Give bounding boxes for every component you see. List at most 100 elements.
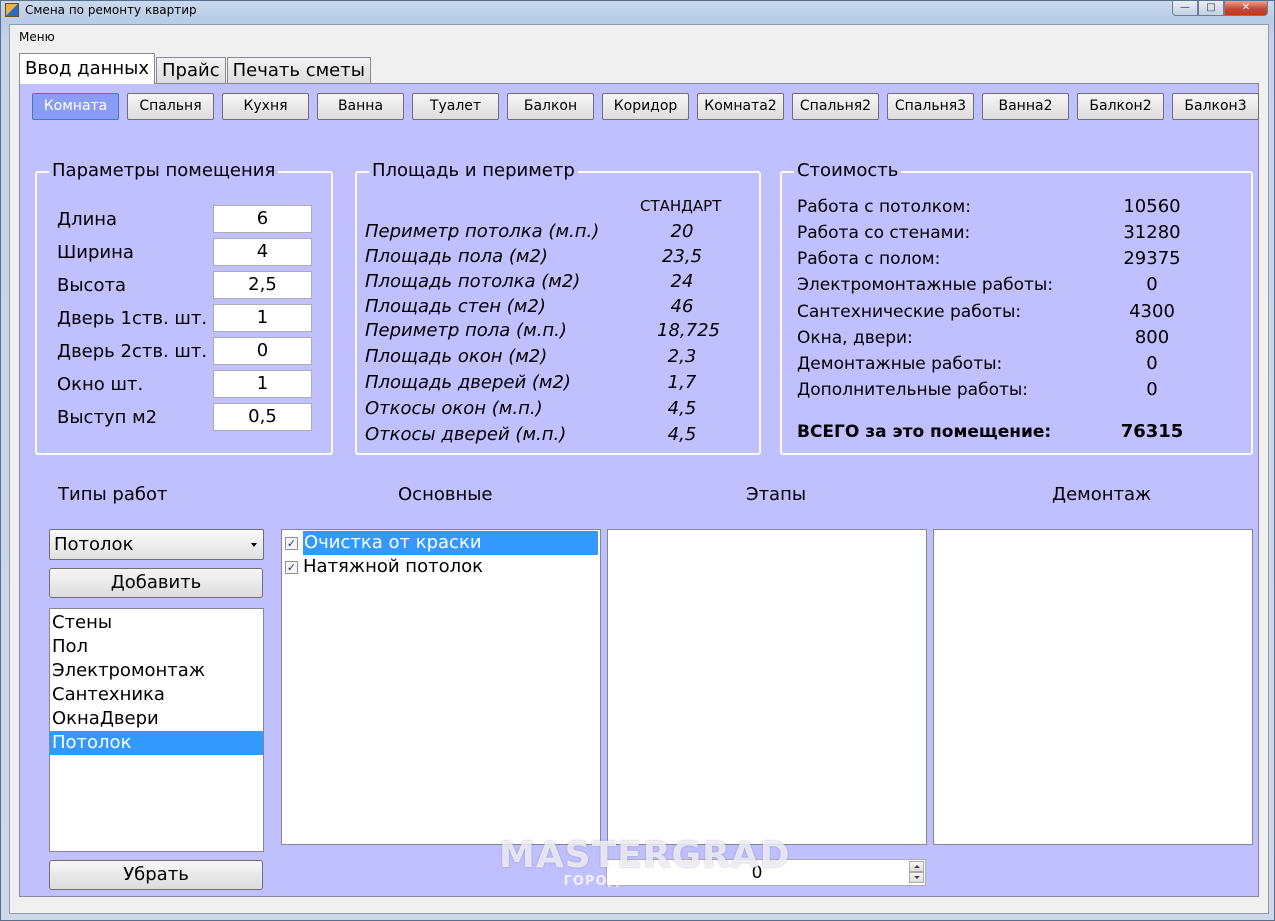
app-icon: [5, 3, 19, 17]
area-value: 46: [670, 296, 694, 317]
cost-label: Дополнительные работы:: [797, 380, 1029, 400]
area-perimeter-title: Площадь и периметр: [369, 160, 578, 181]
stages-header: Этапы: [746, 484, 807, 505]
cost-label: Сантехнические работы:: [797, 302, 1022, 322]
area-label: Площадь стен (м2): [365, 296, 546, 317]
tab-print-estimate[interactable]: Печать сметы: [226, 57, 371, 84]
stepper-down-icon[interactable]: [909, 872, 924, 883]
work-type-list[interactable]: Стены Пол Электромонтаж Сантехника ОкнаД…: [49, 608, 264, 852]
room-button-balkon[interactable]: Балкон: [507, 93, 594, 120]
width-input[interactable]: 4: [213, 238, 312, 266]
close-button[interactable]: ✕: [1224, 1, 1268, 16]
area-value: 1,7: [667, 372, 697, 393]
work-type-combo-value: Потолок: [54, 534, 134, 555]
stepper-buttons: [909, 861, 924, 884]
remove-button[interactable]: Убрать: [49, 860, 263, 890]
client-area: Меню Ввод данных Прайс Печать сметы Комн…: [9, 24, 1269, 914]
work-type-combo[interactable]: Потолок: [49, 529, 264, 560]
list-item[interactable]: Электромонтаж: [50, 659, 263, 683]
room-button-vanna2[interactable]: Ванна2: [982, 93, 1069, 120]
checkbox-checked-icon[interactable]: ✓: [285, 561, 298, 574]
list-item[interactable]: Сантехника: [50, 683, 263, 707]
total-value: 76315: [1120, 421, 1184, 442]
ledge-input[interactable]: 0,5: [213, 403, 312, 431]
list-item[interactable]: ОкнаДвери: [50, 707, 263, 731]
cost-value: 4300: [1129, 301, 1175, 322]
room-params-title: Параметры помещения: [49, 160, 279, 181]
cost-value: 29375: [1123, 248, 1181, 269]
list-item-selected[interactable]: Потолок: [50, 731, 263, 755]
standard-header: СТАНДАРТ: [640, 197, 722, 215]
demolition-header: Демонтаж: [1052, 484, 1152, 505]
room-button-balkon2[interactable]: Балкон2: [1077, 93, 1164, 120]
cost-label: Работа с полом:: [797, 249, 941, 269]
room-button-vanna[interactable]: Ванна: [317, 93, 404, 120]
area-value: 24: [670, 271, 694, 292]
data-input-panel: Комната Спальня Кухня Ванна Туалет Балко…: [19, 83, 1259, 897]
room-button-komnata[interactable]: Комната: [32, 93, 119, 120]
cost-label: Электромонтажные работы:: [797, 275, 1054, 295]
cost-value: 0: [1146, 274, 1158, 295]
area-label: Площадь окон (м2): [365, 346, 548, 367]
length-input[interactable]: 6: [213, 205, 312, 233]
list-item[interactable]: Стены: [50, 611, 263, 635]
param-label: Дверь 1ств. шт.: [57, 308, 208, 329]
main-work-label: Натяжной потолок: [303, 556, 483, 577]
area-label: Площадь дверей (м2): [365, 372, 571, 393]
chevron-down-icon[interactable]: [251, 543, 257, 547]
menu-item-menu[interactable]: Меню: [19, 30, 55, 44]
main-work-item[interactable]: ✓ Натяжной потолок: [282, 555, 600, 579]
demolition-list[interactable]: [933, 529, 1253, 845]
area-label: Откосы окон (м.п.): [365, 398, 543, 419]
param-label: Выступ м2: [57, 407, 158, 428]
area-value: 18,725: [657, 320, 720, 341]
list-item[interactable]: Пол: [50, 635, 263, 659]
app-window: Смена по ремонту квартир — □ ✕ Меню Ввод…: [0, 0, 1275, 921]
add-button[interactable]: Добавить: [49, 568, 263, 598]
stages-list[interactable]: [607, 529, 927, 845]
cost-value: 0: [1146, 353, 1158, 374]
tab-price[interactable]: Прайс: [156, 57, 226, 84]
room-button-balkon3[interactable]: Балкон3: [1172, 93, 1259, 120]
tab-data-input[interactable]: Ввод данных: [19, 53, 156, 84]
cost-label: Работа с потолком:: [797, 197, 971, 217]
room-button-spalnya3[interactable]: Спальня3: [887, 93, 974, 120]
area-value: 23,5: [661, 246, 703, 267]
maximize-button[interactable]: □: [1198, 1, 1224, 16]
area-perimeter-group: Площадь и периметр СТАНДАРТ Периметр пот…: [355, 160, 761, 455]
room-button-tualet[interactable]: Туалет: [412, 93, 499, 120]
total-label: ВСЕГО за это помещение:: [797, 422, 1052, 442]
area-label: Периметр потолка (м.п.): [365, 221, 600, 242]
minimize-button[interactable]: —: [1172, 1, 1198, 16]
area-label: Откосы дверей (м.п.): [365, 424, 567, 445]
main-works-header: Основные: [398, 484, 493, 505]
area-value: 2,3: [667, 346, 697, 367]
stepper-up-icon[interactable]: [909, 861, 924, 872]
main-works-list[interactable]: ✓ Очистка от краски ✓ Натяжной потолок: [281, 529, 601, 845]
room-button-koridor[interactable]: Коридор: [602, 93, 689, 120]
height-input[interactable]: 2,5: [213, 271, 312, 299]
door-single-input[interactable]: 1: [213, 304, 312, 332]
area-label: Площадь потолка (м2): [365, 271, 581, 292]
quantity-stepper[interactable]: 0: [606, 859, 926, 886]
checkbox-checked-icon[interactable]: ✓: [285, 537, 298, 550]
cost-value: 800: [1134, 327, 1170, 348]
tab-strip: Ввод данных Прайс Печать сметы: [19, 53, 372, 84]
room-button-komnata2[interactable]: Комната2: [697, 93, 784, 120]
area-label: Периметр пола (м.п.): [365, 320, 567, 341]
door-double-input[interactable]: 0: [213, 337, 312, 365]
window-count-input[interactable]: 1: [213, 370, 312, 398]
quantity-value[interactable]: 0: [607, 863, 907, 883]
window-controls: — □ ✕: [1172, 1, 1268, 17]
cost-value: 31280: [1123, 222, 1181, 243]
room-button-spalnya[interactable]: Спальня: [127, 93, 214, 120]
main-work-item[interactable]: ✓ Очистка от краски: [282, 531, 600, 555]
cost-value: 0: [1146, 379, 1158, 400]
window-title: Смена по ремонту квартир: [25, 3, 197, 17]
area-value: 4,5: [667, 424, 697, 445]
title-bar: Смена по ремонту квартир — □ ✕: [1, 1, 1274, 21]
area-label: Площадь пола (м2): [365, 246, 548, 267]
room-button-kuhnya[interactable]: Кухня: [222, 93, 309, 120]
cost-label: Окна, двери:: [797, 328, 913, 348]
room-button-spalnya2[interactable]: Спальня2: [792, 93, 879, 120]
